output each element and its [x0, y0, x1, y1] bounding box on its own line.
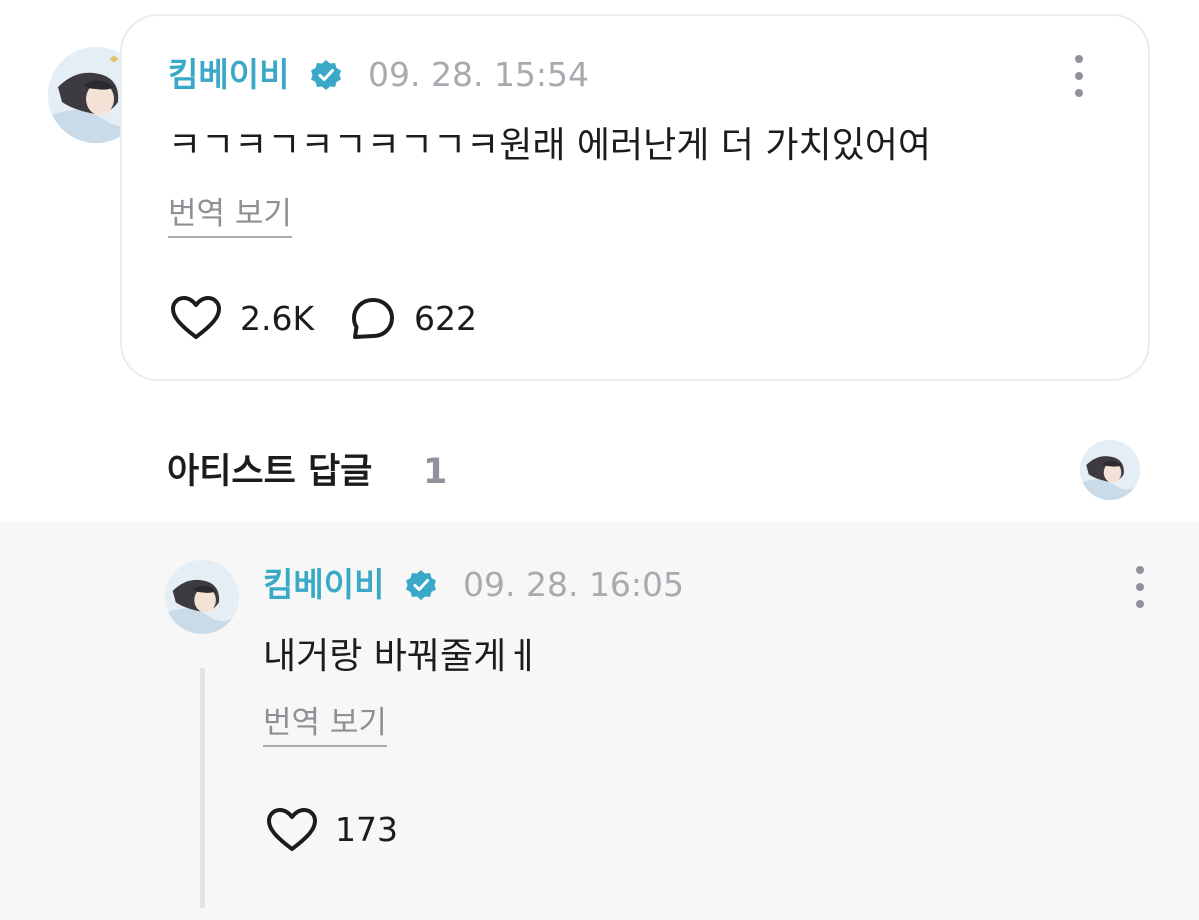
reply-count: 622: [414, 299, 477, 338]
more-vertical-icon[interactable]: [1072, 55, 1086, 97]
verified-badge-icon: [310, 59, 342, 91]
verified-badge-icon: [405, 569, 437, 601]
artist-reply-title: 아티스트 답글: [167, 452, 373, 492]
reply-author[interactable]: 킴베이비: [263, 568, 384, 601]
comment-author[interactable]: 킴베이비: [168, 58, 289, 91]
artist-avatar[interactable]: [1080, 440, 1140, 500]
like-count: 2.6K: [240, 299, 315, 338]
heart-icon[interactable]: [170, 295, 222, 341]
like-count: 173: [335, 810, 398, 849]
reply-text: 내거랑 바꿔줄게ㅔ: [263, 636, 540, 677]
translate-link[interactable]: 번역 보기: [168, 199, 292, 238]
more-vertical-icon[interactable]: [1133, 566, 1147, 608]
speech-bubble-icon[interactable]: [350, 297, 396, 341]
artist-reply-count: 1: [423, 452, 448, 492]
comment-timestamp: 09. 28. 15:54: [368, 55, 590, 94]
reply-avatar[interactable]: [165, 560, 239, 634]
heart-icon[interactable]: [266, 807, 318, 853]
translate-link[interactable]: 번역 보기: [263, 708, 387, 747]
thread-line: [200, 668, 205, 908]
comment-text: ㅋㄱㅋㄱㅋㄱㅋㄱㄱㅋ원래 에러난게 더 가치있어여: [168, 125, 931, 166]
reply-timestamp: 09. 28. 16:05: [463, 565, 685, 604]
comment-thread: 킴베이비 09. 28. 15:54 ㅋㄱㅋㄱㅋㄱㅋㄱㄱㅋ원래 에러난게 더 가…: [0, 0, 1199, 920]
